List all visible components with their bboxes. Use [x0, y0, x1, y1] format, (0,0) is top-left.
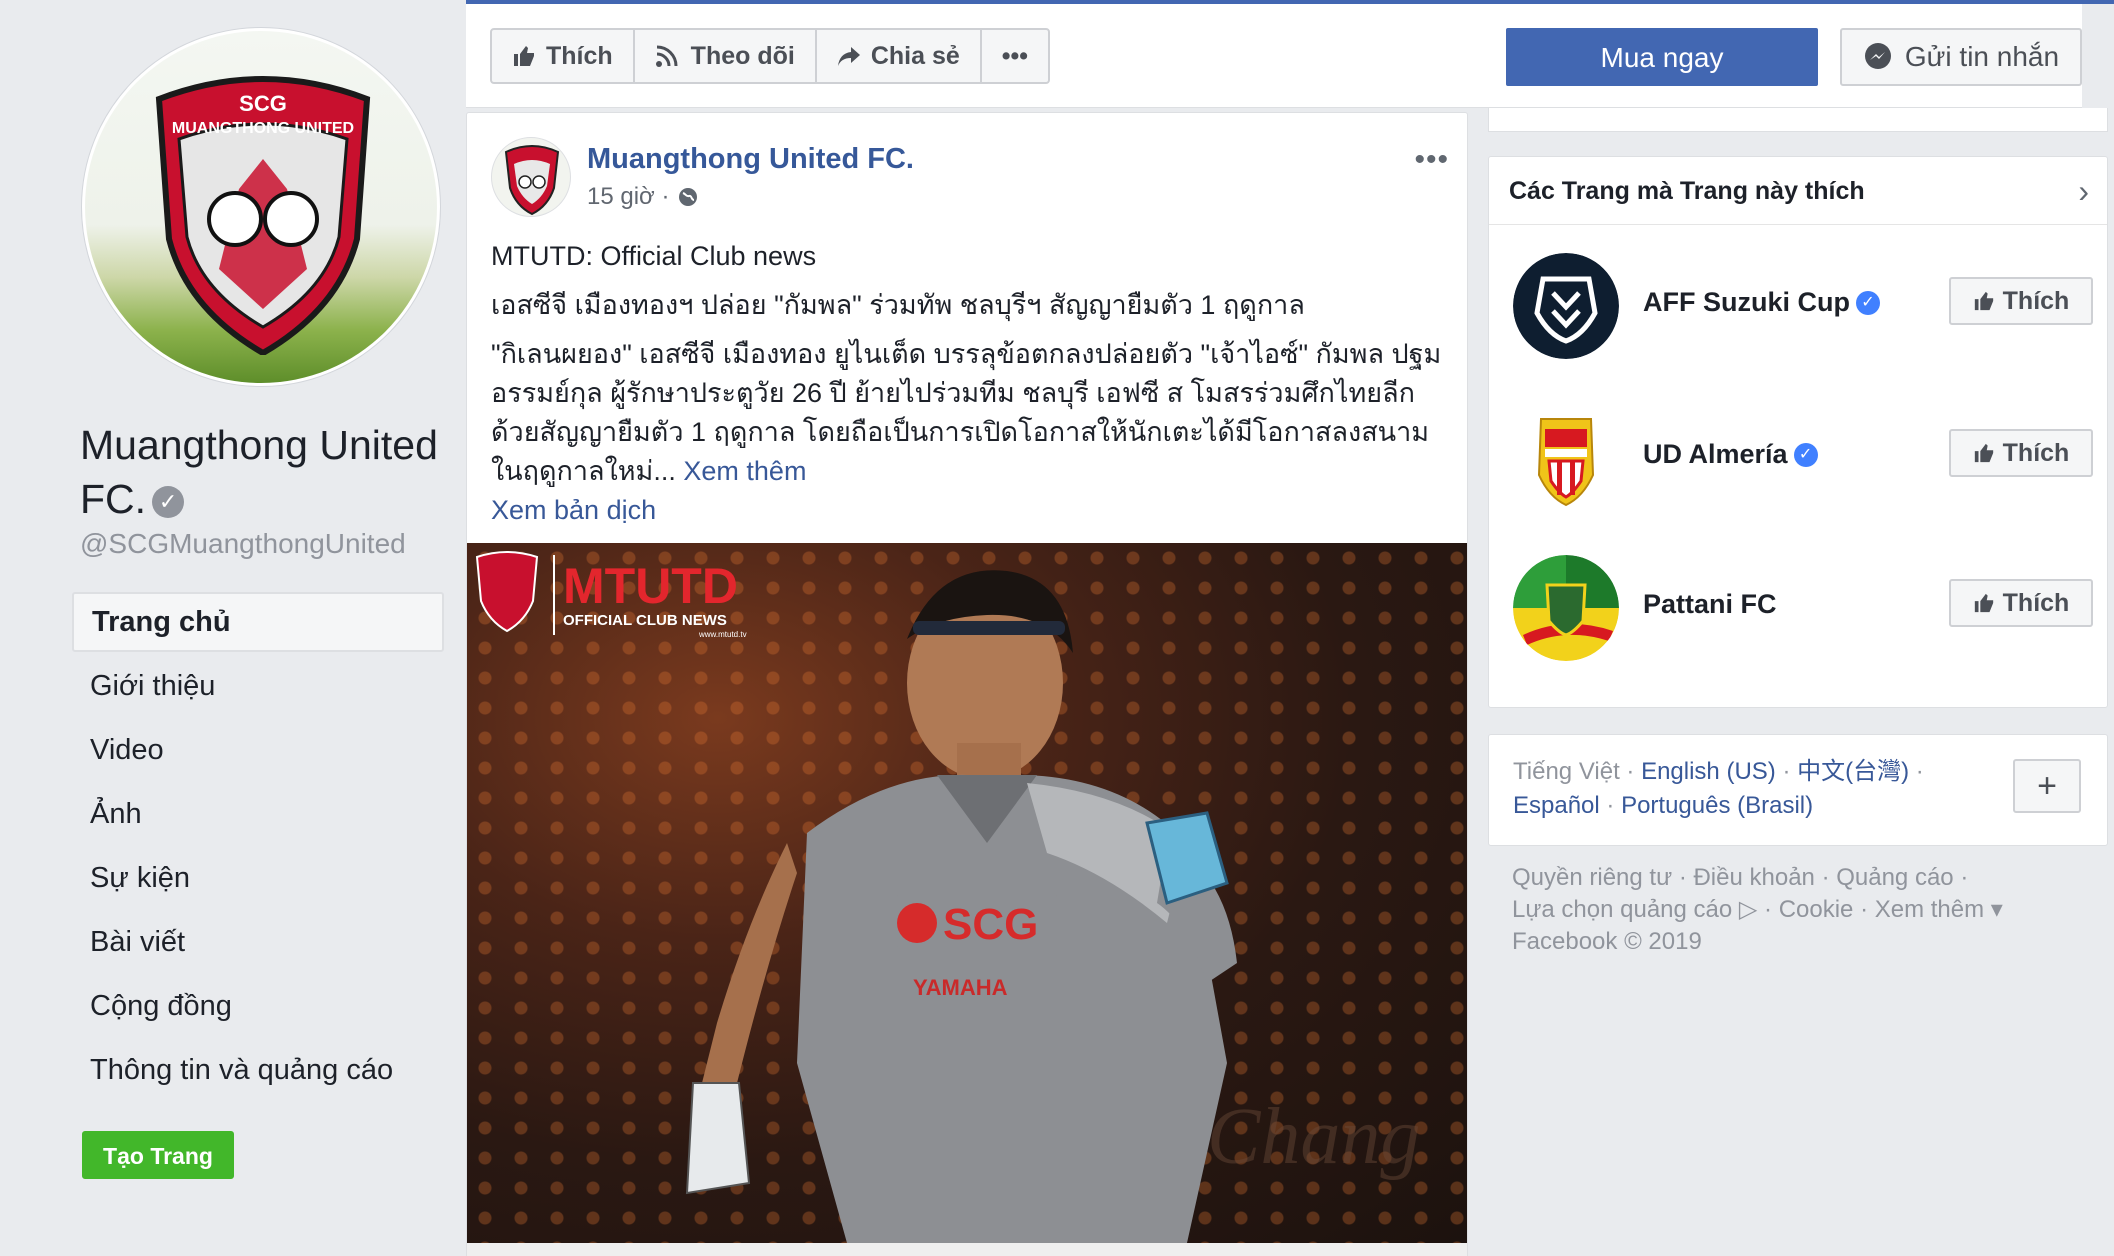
post-author-name[interactable]: Muangthong United FC.	[587, 143, 914, 176]
footer-links-row2[interactable]: Lựa chọn quảng cáo ▷ · Cookie · Xem thêm…	[1512, 894, 2072, 926]
verified-badge-icon: ✓	[1855, 290, 1880, 315]
follow-button[interactable]: Theo dõi	[635, 30, 817, 82]
club-crest-icon: SCG MUANGTHONG UNITED	[155, 76, 371, 355]
jersey-sponsor-text: SCG	[943, 900, 1038, 949]
like-page-button[interactable]: Thích	[1949, 429, 2093, 477]
share-arrow-icon	[837, 47, 860, 66]
nav-item-community[interactable]: Cộng đồng	[72, 976, 444, 1040]
page-nav: Trang chủ Giới thiệu Video Ảnh Sự kiện B…	[72, 592, 444, 1104]
more-options-button[interactable]: •••	[982, 30, 1048, 82]
page-title: Muangthong United FC. ✓	[80, 422, 438, 522]
jersey-sponsor2-text: YAMAHA	[913, 975, 1008, 1000]
liked-page-row: UD Almería ✓ Thích	[1513, 405, 2093, 515]
liked-pages-header[interactable]: Các Trang mà Trang này thích ›	[1489, 157, 2107, 225]
like-page-button[interactable]: Thích	[492, 30, 635, 82]
rss-icon	[655, 45, 678, 67]
verified-badge-icon: ✓	[1793, 442, 1818, 467]
svg-text:SCG: SCG	[239, 91, 287, 116]
send-message-button[interactable]: Gửi tin nhắn	[1840, 28, 2082, 86]
see-translation-link[interactable]: Xem bản dịch	[491, 491, 1451, 530]
liked-page-name[interactable]: Pattani FC	[1643, 589, 1777, 620]
post-body: MTUTD: Official Club news เอสซีจี เมืองท…	[491, 237, 1451, 540]
footer-copyright: Facebook © 2019	[1512, 928, 1702, 955]
add-language-button[interactable]: +	[2013, 759, 2081, 813]
post-timestamp[interactable]: 15 giờ ·	[587, 183, 699, 211]
nav-item-home[interactable]: Trang chủ	[72, 592, 444, 652]
post-author-avatar[interactable]	[491, 137, 571, 217]
image-sub-text: OFFICIAL CLUB NEWS	[563, 612, 727, 629]
profile-picture[interactable]: SCG MUANGTHONG UNITED	[82, 28, 440, 386]
verified-check-icon: ✓	[152, 486, 185, 519]
like-page-button[interactable]: Thích	[1949, 579, 2093, 627]
see-more-link[interactable]: Xem thêm	[683, 456, 806, 486]
thumbs-up-icon	[1974, 593, 1993, 613]
goalkeeper-photo: MTUTD OFFICIAL CLUB NEWS www.mtutd.tv SC…	[475, 551, 1420, 1243]
feed-post: Muangthong United FC. 15 giờ · ••• MTUTD…	[466, 112, 1468, 1256]
liked-pages-card: Các Trang mà Trang này thích › AFF Suzuk…	[1488, 156, 2108, 708]
svg-text:MUANGTHONG UNITED: MUANGTHONG UNITED	[172, 120, 354, 137]
aff-logo-icon[interactable]	[1513, 253, 1619, 359]
buy-now-button[interactable]: Mua ngay	[1506, 28, 1818, 86]
nav-item-info-ads[interactable]: Thông tin và quảng cáo	[72, 1040, 444, 1104]
like-page-button[interactable]: Thích	[1949, 277, 2093, 325]
language-option[interactable]: 中文(台灣)	[1797, 758, 1909, 785]
nav-item-video[interactable]: Video	[72, 720, 444, 784]
nav-item-photos[interactable]: Ảnh	[72, 784, 444, 848]
language-option[interactable]: English (US)	[1641, 758, 1776, 785]
create-page-button[interactable]: Tạo Trang	[82, 1131, 234, 1179]
left-column: SCG MUANGTHONG UNITED Muangthong United …	[0, 0, 466, 1256]
nav-item-about[interactable]: Giới thiệu	[72, 656, 444, 720]
thumbs-up-icon	[1974, 443, 1993, 463]
post-options-button[interactable]: •••	[1414, 143, 1449, 177]
action-button-group: Thích Theo dõi Chia sẻ •••	[490, 28, 1051, 84]
share-button[interactable]: Chia sẻ	[817, 30, 982, 82]
right-previous-card-edge	[1488, 108, 2108, 132]
footer-links-row1[interactable]: Quyền riêng tư · Điều khoản · Quảng cáo …	[1512, 862, 2072, 894]
page-footer: Quyền riêng tư · Điều khoản · Quảng cáo …	[1512, 862, 2072, 958]
liked-page-name[interactable]: AFF Suzuki Cup ✓	[1643, 287, 1880, 318]
language-list: Tiếng Việt · English (US) · 中文(台灣) · Esp…	[1513, 758, 1924, 819]
thumbs-up-icon	[514, 46, 534, 66]
post-line-thai-title: เอสซีจี เมืองทองฯ ปล่อย "กัมพล" ร่วมทัพ …	[491, 290, 1305, 320]
nav-item-posts[interactable]: Bài viết	[72, 912, 444, 976]
page-action-bar: Thích Theo dõi Chia sẻ ••• Mua ngay Gửi …	[466, 4, 2082, 108]
liked-page-row: AFF Suzuki Cup ✓ Thích	[1513, 253, 2093, 363]
chevron-right-icon[interactable]: ›	[2078, 157, 2089, 225]
almeria-logo-icon[interactable]	[1513, 405, 1619, 511]
nav-item-events[interactable]: Sự kiện	[72, 848, 444, 912]
page-handle[interactable]: @SCGMuangthongUnited	[80, 528, 406, 560]
club-crest-icon	[504, 145, 560, 216]
liked-page-name[interactable]: UD Almería ✓	[1643, 439, 1818, 470]
globe-icon	[679, 188, 698, 206]
post-line-headline: MTUTD: Official Club news	[491, 241, 817, 271]
image-url-text: www.mtutd.tv	[698, 630, 747, 639]
language-option[interactable]: Português (Brasil)	[1621, 792, 1813, 819]
svg-text:Chang: Chang	[1207, 1093, 1420, 1181]
image-logo-text: MTUTD	[563, 558, 738, 614]
language-option[interactable]: Español	[1513, 792, 1600, 819]
current-language: Tiếng Việt	[1513, 758, 1620, 785]
pattani-logo-icon[interactable]	[1513, 555, 1619, 661]
language-card: Tiếng Việt · English (US) · 中文(台灣) · Esp…	[1488, 734, 2108, 846]
messenger-icon	[1864, 43, 1891, 69]
post-photo[interactable]: MTUTD OFFICIAL CLUB NEWS www.mtutd.tv SC…	[467, 543, 1467, 1243]
liked-page-row: Pattani FC Thích	[1513, 555, 2093, 665]
post-image-bottom-strip	[467, 1243, 1467, 1256]
post-line-thai-body: "กิเลนผยอง" เอสซีจี เมืองทอง ยูไนเต็ด บร…	[491, 339, 1442, 486]
thumbs-up-icon	[1974, 291, 1993, 311]
